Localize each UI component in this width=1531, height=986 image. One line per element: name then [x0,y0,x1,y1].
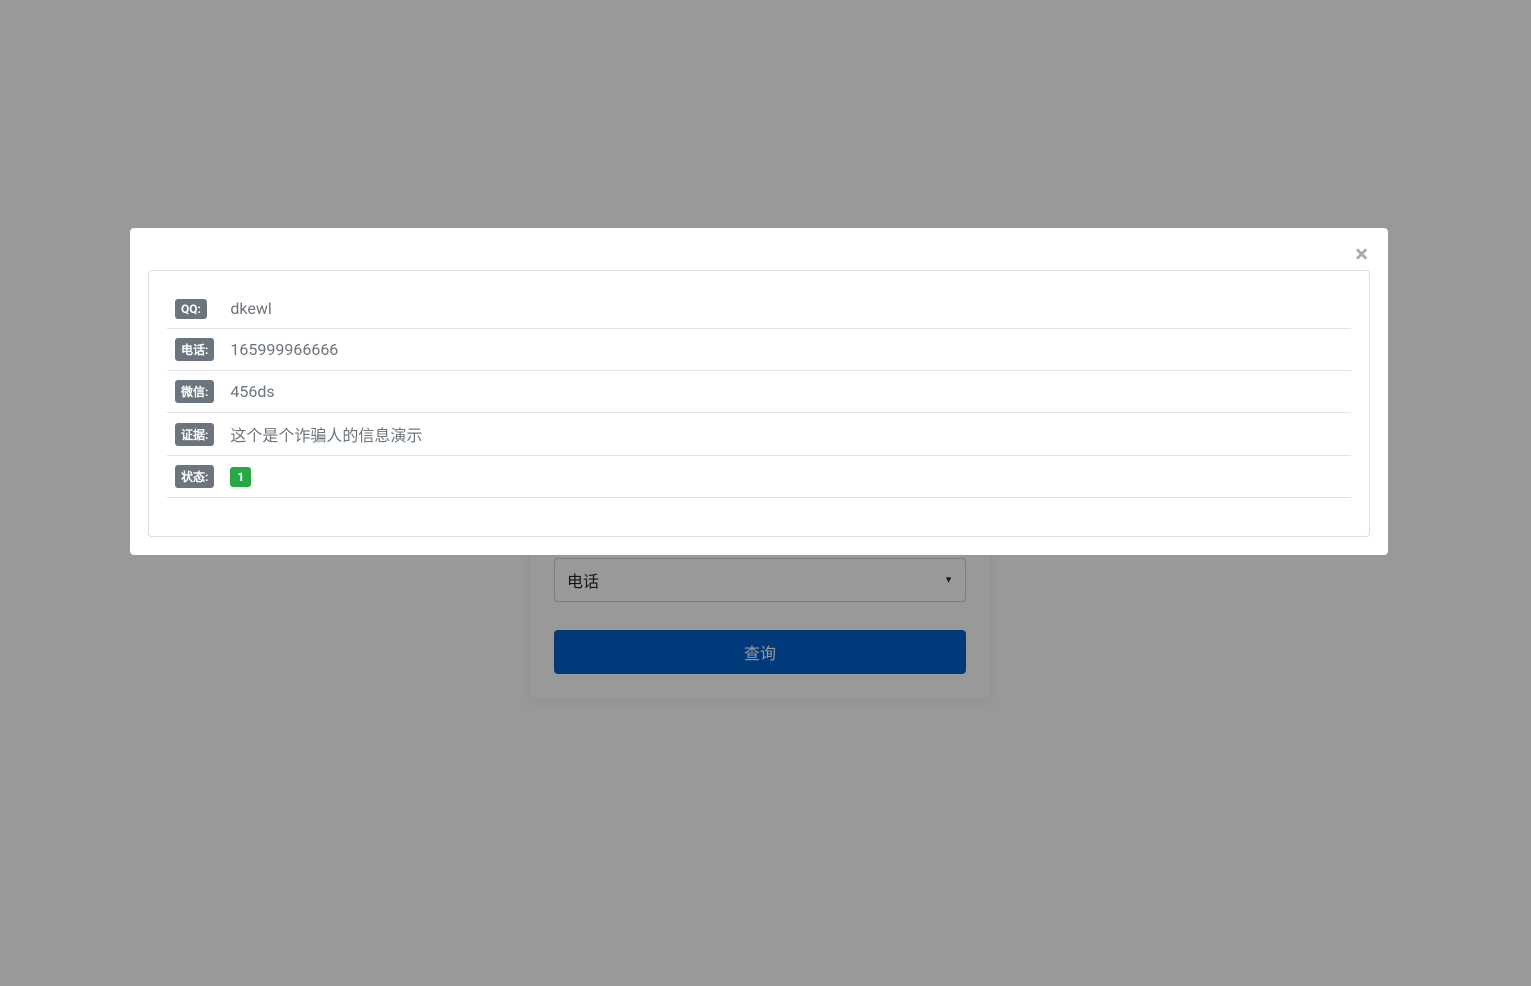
modal-body: QQ: dkewl 电话: 165999966666 微信: 456ds 证据:… [148,270,1370,537]
qq-value: dkewl [230,299,271,318]
result-row-status: 状态: 1 [167,456,1351,498]
status-value: 1 [230,467,251,487]
result-row-phone: 电话: 165999966666 [167,329,1351,371]
result-row-wechat: 微信: 456ds [167,371,1351,413]
result-card: QQ: dkewl 电话: 165999966666 微信: 456ds 证据:… [148,270,1370,537]
phone-label: 电话: [175,338,214,361]
result-row-qq: QQ: dkewl [167,289,1351,329]
result-modal: × QQ: dkewl 电话: 165999966666 微信: 456ds 证… [130,228,1388,555]
result-row-evidence: 证据: 这个是个诈骗人的信息演示 [167,413,1351,456]
evidence-label: 证据: [175,423,214,446]
qq-label: QQ: [175,299,207,319]
wechat-label: 微信: [175,380,214,403]
close-icon[interactable]: × [1355,242,1368,266]
phone-value: 165999966666 [230,340,338,359]
status-label: 状态: [175,465,214,488]
wechat-value: 456ds [230,382,274,401]
result-table: QQ: dkewl 电话: 165999966666 微信: 456ds 证据:… [167,289,1351,498]
evidence-value: 这个是个诈骗人的信息演示 [230,426,422,445]
